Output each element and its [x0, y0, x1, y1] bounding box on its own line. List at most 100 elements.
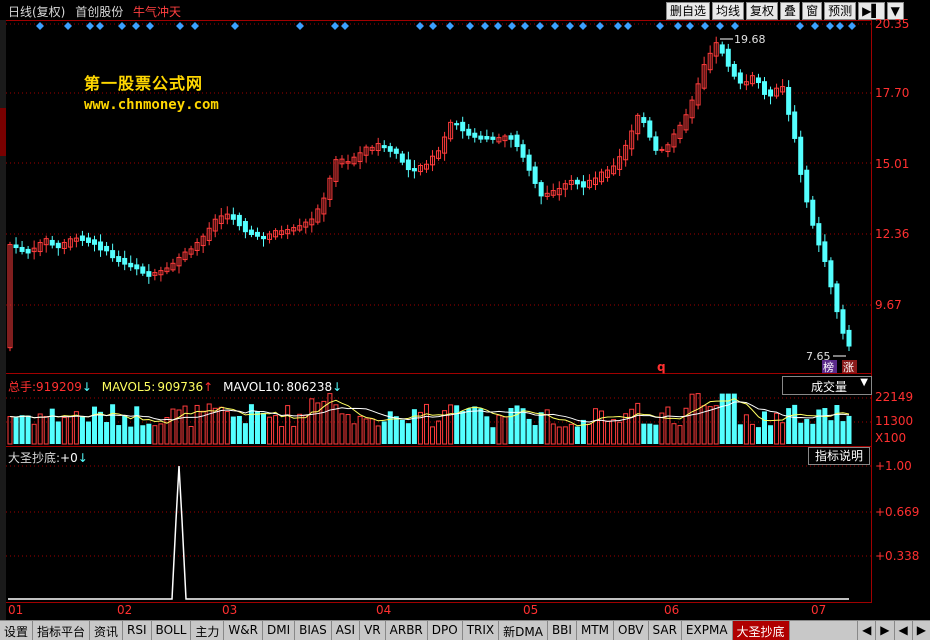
volume-bar	[496, 414, 502, 445]
tab-14[interactable]: 新DMA	[499, 621, 548, 640]
volume-bar	[261, 412, 267, 444]
signal-diamond	[536, 22, 544, 30]
signal-diamond	[331, 22, 339, 30]
tab-17[interactable]: OBV	[614, 621, 649, 640]
volume-bar	[297, 413, 303, 445]
volume-bar	[629, 408, 635, 445]
candle-body	[381, 145, 387, 149]
tab-12[interactable]: DPO	[428, 621, 463, 640]
tab-6[interactable]: W&R	[224, 621, 263, 640]
signal-diamond	[614, 22, 622, 30]
volume-bar	[731, 393, 737, 444]
candle-body	[13, 244, 19, 249]
tab-11[interactable]: ARBR	[386, 621, 428, 640]
signal-diamond	[191, 22, 199, 30]
tab-16[interactable]: MTM	[577, 621, 614, 640]
mavol5-value: 909736	[157, 380, 204, 394]
volume-bar	[327, 393, 333, 445]
candle-body	[737, 72, 743, 84]
down-arrow-icon: ↓	[81, 380, 92, 394]
candle-body	[116, 256, 122, 262]
volume-bar	[713, 405, 719, 445]
volume-value: 919209	[36, 380, 82, 394]
signal-diamond	[674, 22, 682, 30]
high-price-label: 19.68	[734, 33, 766, 46]
candle-body	[792, 111, 798, 139]
candle-body	[85, 237, 91, 243]
volume-bar	[411, 409, 417, 444]
volume-bar	[834, 405, 840, 444]
volume-bar	[85, 421, 91, 444]
volume-bar	[363, 418, 369, 445]
tab-scroll-icon[interactable]: ▶	[875, 621, 893, 640]
volume-bar	[635, 402, 641, 445]
tab-7[interactable]: DMI	[263, 621, 296, 640]
volume-bar	[116, 425, 122, 444]
month-tick: 07	[811, 603, 827, 617]
volume-bar	[514, 405, 520, 444]
tab-19[interactable]: EXPMA	[682, 621, 733, 640]
up-arrow-icon: ↑	[203, 380, 214, 394]
volume-bar	[176, 409, 182, 445]
tab-5[interactable]: 主力	[191, 621, 225, 640]
volume-bar	[285, 405, 291, 445]
candle-body	[122, 257, 128, 265]
tab-18[interactable]: SAR	[649, 621, 682, 640]
price-tick: 17.70	[875, 86, 910, 100]
volume-bar	[31, 423, 37, 445]
volume-bar	[761, 411, 767, 444]
signal-diamond	[508, 22, 516, 30]
volume-bar	[110, 404, 116, 444]
candle-body	[254, 231, 260, 237]
candle-body	[810, 199, 816, 226]
volume-bar	[92, 406, 98, 444]
mavol5-label: MAVOL5:	[101, 380, 156, 394]
candle-body	[816, 223, 822, 246]
candle-body	[472, 132, 478, 138]
volume-bar	[617, 421, 623, 445]
volume-bar	[804, 419, 810, 444]
candle-body	[79, 235, 85, 241]
volume-bar	[279, 426, 285, 445]
indicator-selector[interactable]: 成交量 ▼	[782, 376, 872, 395]
volume-bar	[768, 425, 774, 444]
chart-canvas[interactable]: 19.687.65q 榜涨	[0, 0, 930, 639]
indicator-line	[8, 465, 849, 600]
tab-scroll-icon[interactable]: ◀	[857, 621, 875, 640]
volume-bar	[13, 417, 19, 444]
indicator-tick: +0.669	[875, 505, 920, 519]
tab-3[interactable]: RSI	[123, 621, 152, 640]
indicator-explain-button[interactable]: 指标说明	[808, 447, 870, 465]
tab-13[interactable]: TRIX	[463, 621, 500, 640]
tab-scroll-icon[interactable]: ◀	[893, 621, 912, 640]
tab-2[interactable]: 资讯	[90, 621, 124, 640]
candle-body	[230, 214, 236, 220]
chevron-down-icon: ▼	[860, 377, 868, 388]
volume-bar	[611, 419, 617, 445]
tab-8[interactable]: BIAS	[295, 621, 332, 640]
volume-bar	[671, 423, 677, 445]
signal-diamond	[596, 22, 604, 30]
tab-scroll-icon[interactable]: ▶	[911, 621, 930, 640]
tab-20[interactable]: 大圣抄底	[732, 621, 790, 640]
volume-bar	[532, 425, 538, 444]
badge-zhang: 涨	[843, 361, 854, 374]
volume-bar	[98, 411, 104, 444]
candle-body	[140, 266, 146, 274]
tab-9[interactable]: ASI	[332, 621, 361, 640]
month-axis: 01 02 03 04 05 06 07	[0, 603, 872, 617]
mavol10-value: 806238	[286, 380, 333, 394]
volume-bar	[254, 411, 260, 444]
signal-diamond	[416, 22, 424, 30]
volume-bar	[586, 423, 592, 445]
tab-0[interactable]: 设置	[0, 621, 34, 640]
tab-15[interactable]: BBI	[548, 621, 577, 640]
volume-bar	[580, 419, 586, 444]
volume-bar	[345, 414, 351, 445]
tab-4[interactable]: BOLL	[152, 621, 192, 640]
indicator-value: +0	[60, 451, 78, 465]
tab-10[interactable]: VR	[360, 621, 386, 640]
volume-bar	[592, 408, 598, 445]
tab-1[interactable]: 指标平台	[33, 621, 91, 640]
volume-bar	[67, 415, 73, 445]
